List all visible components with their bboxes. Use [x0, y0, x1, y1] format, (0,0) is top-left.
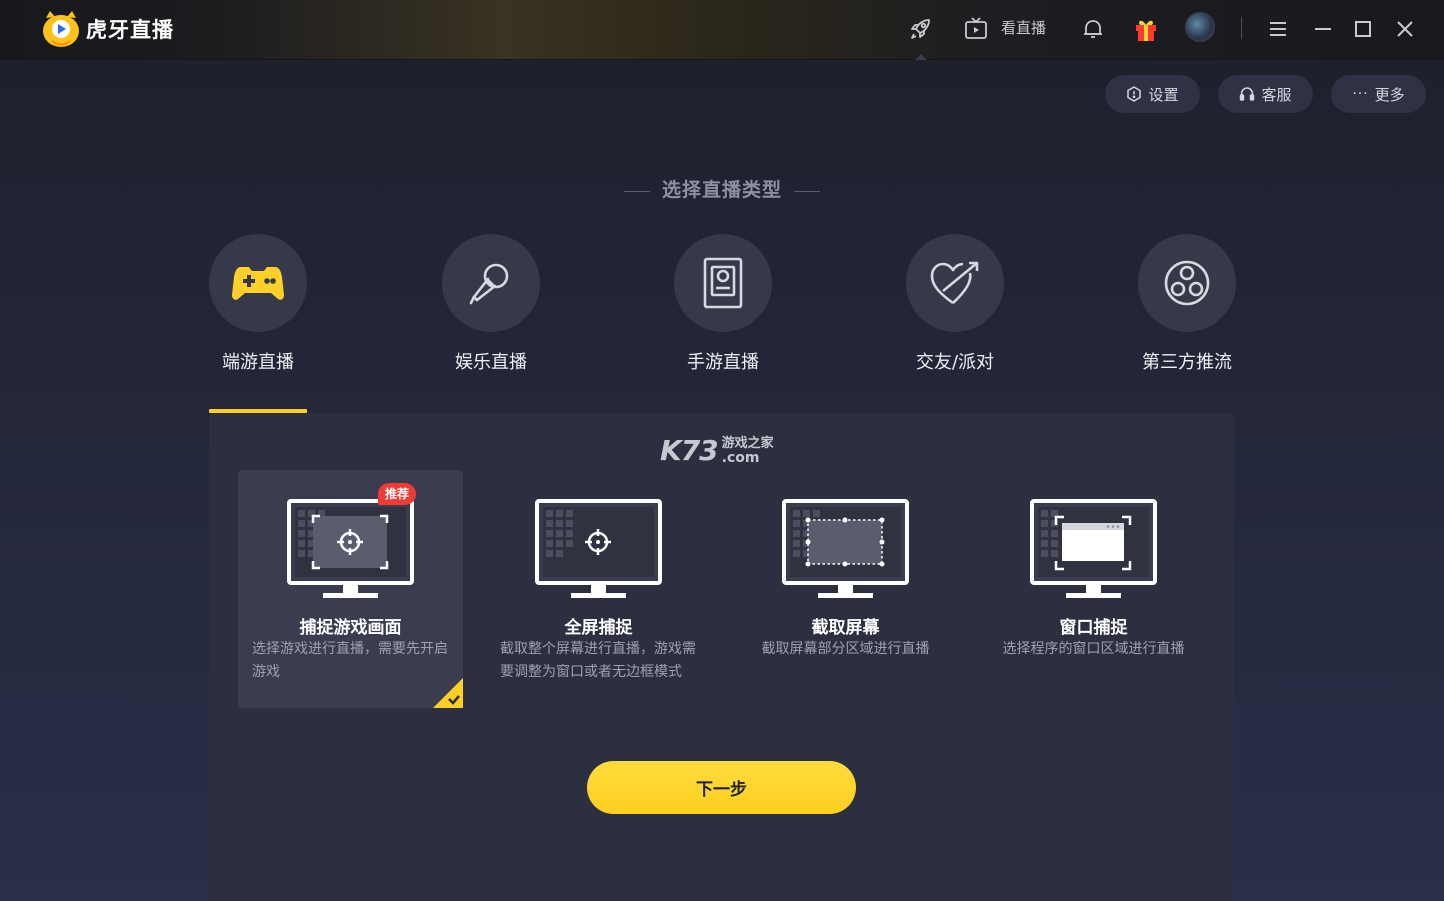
watch-live-link[interactable]: 看直播: [1001, 17, 1046, 38]
maximize-icon[interactable]: [1347, 13, 1379, 45]
tv-icon[interactable]: [960, 13, 992, 45]
more-button[interactable]: ··· 更多: [1331, 75, 1426, 113]
option-title: 捕捉游戏画面: [299, 618, 402, 638]
category-label: 娱乐直播: [455, 352, 527, 373]
headset-icon: [1240, 87, 1255, 101]
category-circle: [906, 234, 1004, 332]
monitor-full-screen-icon: [535, 499, 662, 598]
category-social-party[interactable]: 交友/派对: [906, 234, 1004, 373]
huya-logo-icon: [43, 11, 79, 47]
recommended-badge: 推荐: [378, 483, 417, 505]
option-full-screen[interactable]: 全屏捕捉 截取整个屏幕进行直播，游戏需要调整为窗口或者无边框模式: [486, 470, 711, 708]
phone-icon: [703, 257, 743, 309]
category-third-party-stream[interactable]: 第三方推流: [1138, 234, 1236, 373]
section-heading: 选择直播类型: [0, 175, 1444, 202]
heading-line-right: [794, 191, 820, 192]
option-title: 窗口捕捉: [1059, 618, 1128, 638]
watermark-domain: .com: [721, 449, 760, 466]
gamepad-icon: [232, 267, 284, 300]
category-circle: [674, 234, 772, 332]
category-label: 第三方推流: [1142, 352, 1232, 373]
category-label: 端游直播: [222, 352, 294, 373]
category-circle: [209, 234, 307, 332]
settings-label: 设置: [1148, 85, 1179, 104]
category-mobile-game[interactable]: 手游直播: [674, 234, 772, 373]
watermark-brand: K73: [660, 434, 719, 467]
minimize-icon[interactable]: [1307, 13, 1339, 45]
gift-icon[interactable]: [1130, 13, 1162, 45]
support-button[interactable]: 客服: [1218, 75, 1313, 113]
rocket-icon[interactable]: [905, 13, 937, 45]
obs-icon: [1164, 260, 1210, 306]
app-logo: 虎牙直播: [40, 8, 174, 50]
category-circle: [1138, 234, 1236, 332]
title-bar: 虎牙直播 看直播: [0, 0, 1444, 60]
option-desc: 选择游戏进行直播，需要先开启游戏: [252, 641, 448, 680]
microphone-icon: [469, 263, 509, 305]
support-label: 客服: [1261, 85, 1292, 104]
option-title: 全屏捕捉: [564, 618, 633, 638]
close-icon[interactable]: [1389, 13, 1421, 45]
category-label: 交友/派对: [915, 352, 995, 373]
monitor-region-capture-icon: [782, 499, 909, 598]
menu-icon[interactable]: [1262, 13, 1294, 45]
more-dots-icon: ···: [1352, 86, 1369, 102]
option-desc: 截取屏幕部分区域进行直播: [761, 641, 930, 657]
rocket-caret: [915, 54, 927, 60]
option-window-capture[interactable]: 窗口捕捉 选择程序的窗口区域进行直播: [981, 470, 1206, 708]
heart-arrow-icon: [930, 261, 979, 305]
bell-icon[interactable]: [1077, 13, 1109, 45]
titlebar-divider: [1241, 17, 1242, 39]
monitor-game-capture-icon: [287, 499, 414, 598]
option-capture-game[interactable]: 推荐 捕捉游戏画面 选择游戏进行直播，需要先开启游戏: [238, 470, 463, 708]
option-desc: 选择程序的窗口区域进行直播: [1002, 641, 1185, 657]
option-region-capture[interactable]: 截取屏幕 截取屏幕部分区域进行直播: [733, 470, 958, 708]
section-title: 选择直播类型: [661, 179, 782, 201]
option-title: 截取屏幕: [811, 618, 880, 638]
app-name: 虎牙直播: [86, 18, 174, 42]
watermark: K73 游戏之家 .com: [660, 434, 774, 467]
category-label: 手游直播: [687, 352, 759, 373]
next-button[interactable]: 下一步: [587, 761, 856, 814]
watermark-cn: 游戏之家: [721, 435, 774, 451]
heading-line-left: [623, 191, 650, 192]
more-label: 更多: [1374, 85, 1405, 104]
category-pc-game[interactable]: 端游直播: [209, 234, 307, 373]
option-desc: 截取整个屏幕进行直播，游戏需要调整为窗口或者无边框模式: [500, 641, 696, 680]
selected-check-icon: [433, 678, 463, 708]
category-circle: [442, 234, 540, 332]
settings-button[interactable]: 设置: [1105, 75, 1200, 113]
category-entertainment[interactable]: 娱乐直播: [442, 234, 540, 373]
settings-hex-icon: [1127, 86, 1142, 102]
monitor-window-capture-icon: [1030, 499, 1157, 598]
avatar[interactable]: [1185, 12, 1215, 42]
